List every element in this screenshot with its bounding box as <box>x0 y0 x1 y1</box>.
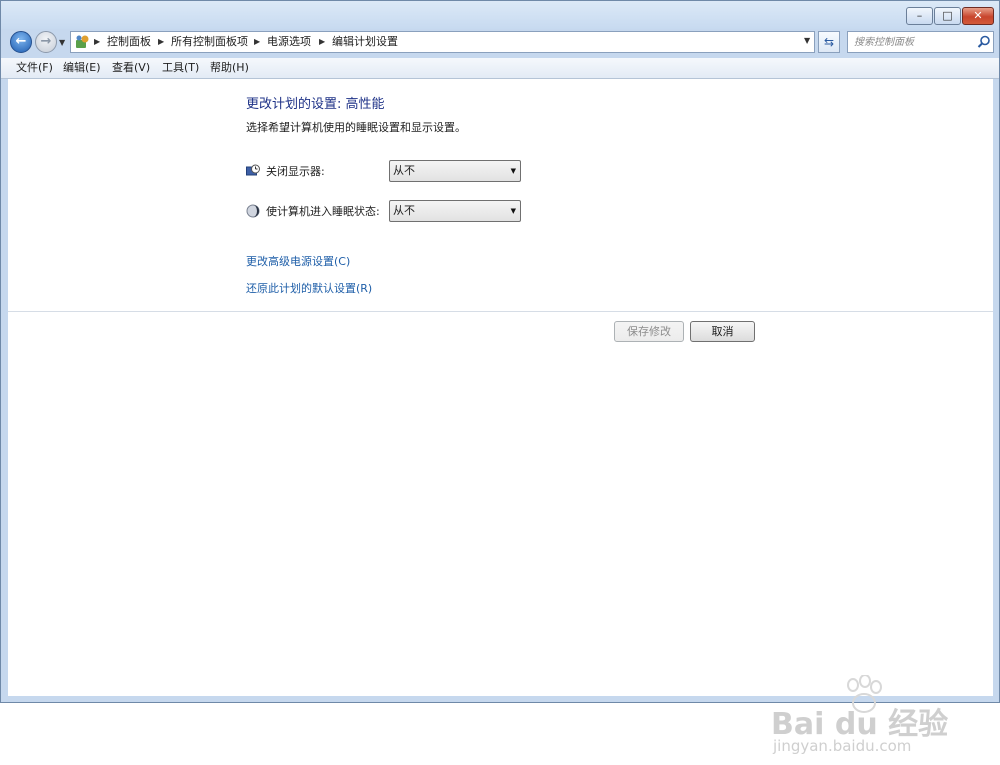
menu-bar: 文件(F) 编辑(E) 查看(V) 工具(T) 帮助(H) <box>1 58 999 79</box>
menu-tools[interactable]: 工具(T) <box>162 61 199 75</box>
monitor-clock-icon <box>246 164 260 176</box>
page-subtitle: 选择希望计算机使用的睡眠设置和显示设置。 <box>246 121 466 134</box>
control-panel-icon <box>76 35 89 48</box>
restore-defaults-link[interactable]: 还原此计划的默认设置(R) <box>246 282 372 296</box>
baidu-jingyan-watermark: Bai du 经验 jingyan.baidu.com <box>771 675 956 765</box>
recent-pages-dropdown-icon[interactable]: ▼ <box>59 38 65 47</box>
sleep-label: 使计算机进入睡眠状态: <box>266 205 380 218</box>
breadcrumb-separator[interactable]: ▶ <box>158 35 164 49</box>
breadcrumb-power-options[interactable]: 电源选项 <box>267 35 311 49</box>
search-box[interactable] <box>847 31 994 53</box>
advanced-power-settings-link[interactable]: 更改高级电源设置(C) <box>246 255 350 269</box>
page-title: 更改计划的设置: 高性能 <box>246 97 385 112</box>
breadcrumb-separator[interactable]: ▶ <box>94 35 100 49</box>
turn-off-display-select[interactable]: 从不 ▼ <box>389 160 521 182</box>
breadcrumb-all-items[interactable]: 所有控制面板项 <box>171 35 248 49</box>
minimize-icon: – <box>916 9 923 22</box>
maximize-button[interactable]: □ <box>934 7 961 25</box>
control-panel-window: – □ ✕ ← → ▼ ▶ 控制面板 ▶ 所有控制面板项 ▶ 电源选项 ▶ 编辑… <box>0 0 1000 755</box>
refresh-icon: ⇆ <box>823 35 835 49</box>
chevron-down-icon: ▼ <box>510 167 516 175</box>
chevron-down-icon: ▼ <box>510 207 516 215</box>
menu-edit[interactable]: 编辑(E) <box>63 61 101 75</box>
close-icon: ✕ <box>973 9 983 22</box>
menu-view[interactable]: 查看(V) <box>112 61 150 75</box>
menu-help[interactable]: 帮助(H) <box>210 61 249 75</box>
refresh-button[interactable]: ⇆ <box>818 31 840 53</box>
arrow-left-icon: ← <box>15 34 27 49</box>
cancel-button[interactable]: 取消 <box>690 321 755 342</box>
sleep-select[interactable]: 从不 ▼ <box>389 200 521 222</box>
main-content: 更改计划的设置: 高性能 选择希望计算机使用的睡眠设置和显示设置。 关闭显示器:… <box>8 79 993 755</box>
moon-sleep-icon <box>246 204 260 218</box>
divider <box>8 311 993 312</box>
title-bar[interactable]: – □ ✕ <box>1 1 999 29</box>
back-button[interactable]: ← <box>10 31 32 53</box>
watermark-url: jingyan.baidu.com <box>773 737 912 755</box>
breadcrumb-control-panel[interactable]: 控制面板 <box>107 35 151 49</box>
breadcrumb-separator[interactable]: ▶ <box>254 35 260 49</box>
magnifier-icon[interactable] <box>977 35 991 49</box>
save-changes-button[interactable]: 保存修改 <box>614 321 684 342</box>
address-bar[interactable]: ▶ 控制面板 ▶ 所有控制面板项 ▶ 电源选项 ▶ 编辑计划设置 ▼ <box>70 31 815 53</box>
minimize-button[interactable]: – <box>906 7 933 25</box>
sleep-value: 从不 <box>393 204 415 217</box>
turn-off-display-label: 关闭显示器: <box>266 165 325 178</box>
turn-off-display-value: 从不 <box>393 164 415 177</box>
close-button[interactable]: ✕ <box>962 7 994 25</box>
maximize-icon: □ <box>942 9 953 22</box>
forward-button[interactable]: → <box>35 31 57 53</box>
search-input[interactable] <box>850 33 980 51</box>
menu-file[interactable]: 文件(F) <box>16 61 53 75</box>
arrow-right-icon: → <box>40 34 52 49</box>
breadcrumb-separator[interactable]: ▶ <box>319 35 325 49</box>
breadcrumb-edit-plan[interactable]: 编辑计划设置 <box>332 35 398 49</box>
address-dropdown-icon[interactable]: ▼ <box>804 36 810 45</box>
